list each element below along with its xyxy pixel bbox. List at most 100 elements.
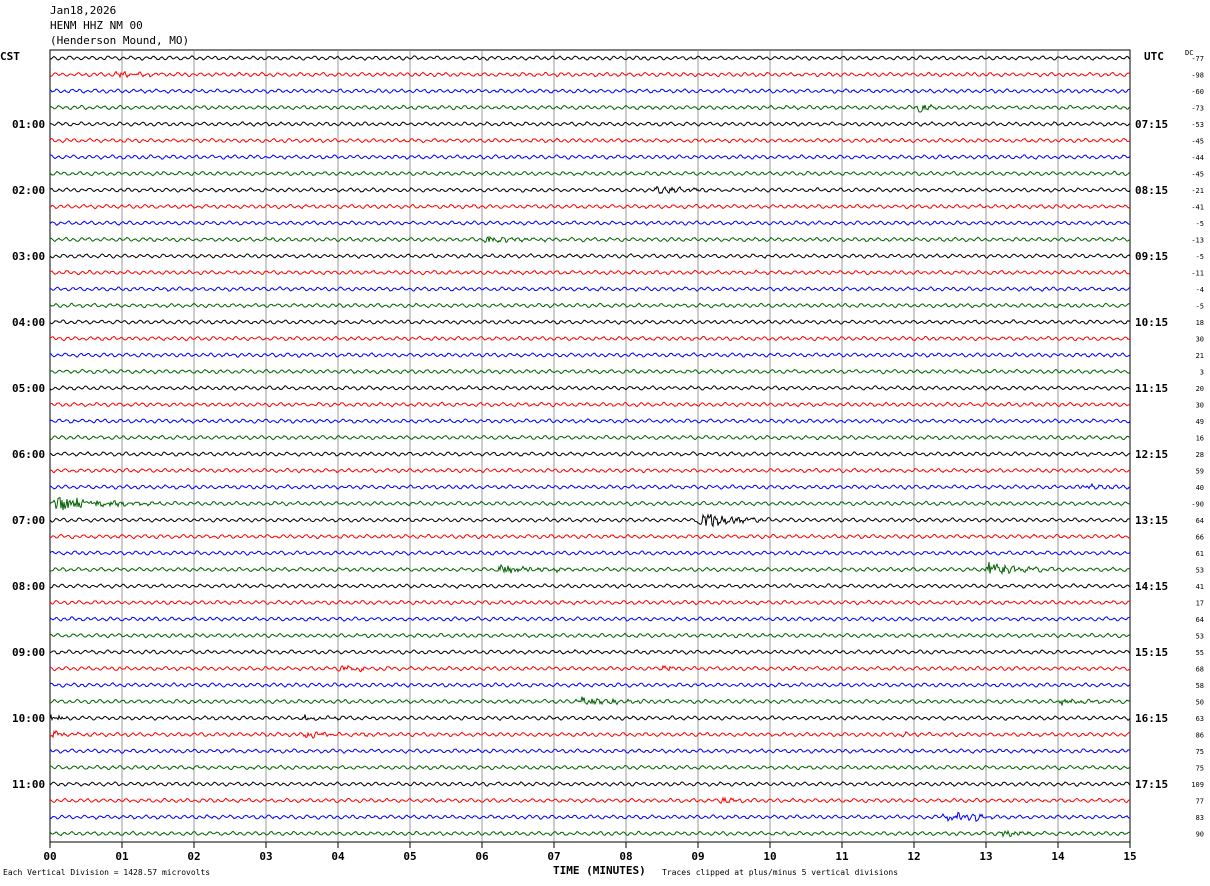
trace-line <box>49 599 1131 606</box>
dc-offset-label: 53 <box>1196 567 1204 575</box>
dc-offset-label: -73 <box>1191 105 1204 113</box>
cst-hour-label: 02:00 <box>12 184 45 197</box>
x-tick-label: 07 <box>547 850 560 863</box>
trace-line <box>49 682 1131 688</box>
x-tick-label: 10 <box>763 850 776 863</box>
trace-line <box>49 632 1131 639</box>
dc-offset-label: -11 <box>1191 270 1204 278</box>
dc-offset-label: 64 <box>1196 517 1204 525</box>
x-tick-label: 00 <box>43 850 56 863</box>
utc-hour-label: 09:15 <box>1135 250 1168 263</box>
utc-hour-label: 15:15 <box>1135 646 1168 659</box>
utc-hour-label: 07:15 <box>1135 118 1168 131</box>
trace-line <box>49 434 1131 441</box>
dc-offset-label: -21 <box>1191 187 1204 195</box>
x-tick-label: 06 <box>475 850 489 863</box>
plot-frame <box>49 49 1131 843</box>
helicorder-chart: 00 01 02 03 04 05 06 07 08 09 10 11 12 13 14 15 -77 -98 -6… <box>12 49 1204 863</box>
dc-offset-label: 3 <box>1200 369 1204 377</box>
dc-offset-label: 30 <box>1196 402 1204 410</box>
trace-line <box>49 285 1131 292</box>
trace-line <box>49 451 1131 457</box>
x-axis-title: TIME (MINUTES) <box>553 864 646 877</box>
trace-line <box>49 496 1131 511</box>
x-tick-label: 12 <box>907 850 920 863</box>
cst-hour-label: 10:00 <box>12 712 45 725</box>
trace-line <box>49 170 1131 177</box>
dc-offset-label: -5 <box>1196 220 1204 228</box>
dc-offset-label: 61 <box>1196 550 1204 558</box>
clip-note: Traces clipped at plus/minus 5 vertical … <box>662 868 899 877</box>
trace-line <box>49 88 1131 94</box>
dc-offset-label: 86 <box>1196 732 1204 740</box>
x-tick-label: 08 <box>619 850 632 863</box>
trace-line <box>49 302 1131 309</box>
trace-line <box>49 796 1130 805</box>
utc-hour-label: 13:15 <box>1135 514 1168 527</box>
dc-offset-label: -45 <box>1191 138 1204 146</box>
trace-line <box>49 368 1131 375</box>
dc-offset-label: 64 <box>1196 616 1204 624</box>
trace-line <box>49 220 1131 226</box>
trace-line <box>49 418 1131 424</box>
dc-offset-label: -5 <box>1196 303 1204 311</box>
trace-line <box>49 616 1130 622</box>
x-tick-label: 03 <box>259 850 272 863</box>
cst-hour-label: 01:00 <box>12 118 45 131</box>
dc-offset-label: 49 <box>1196 418 1204 426</box>
dc-offset-label: -4 <box>1196 286 1204 294</box>
trace-line <box>50 401 1131 408</box>
x-tick-label: 02 <box>187 850 200 863</box>
dc-offset-label: 30 <box>1196 336 1204 344</box>
x-tick-label: 09 <box>691 850 704 863</box>
dc-offset-label: -5 <box>1196 253 1204 261</box>
dc-offset-label: 68 <box>1196 666 1204 674</box>
dc-offset-label: -98 <box>1191 72 1204 80</box>
trace-line <box>49 748 1131 755</box>
trace-line <box>49 70 1131 79</box>
utc-hour-label: 08:15 <box>1135 184 1168 197</box>
trace-line <box>49 561 1131 576</box>
cst-hour-label: 04:00 <box>12 316 45 329</box>
cst-hour-label: 06:00 <box>12 448 45 461</box>
x-tick-label: 01 <box>115 850 129 863</box>
cst-hour-label: 08:00 <box>12 580 45 593</box>
cst-hour-label: 09:00 <box>12 646 45 659</box>
utc-hour-label: 11:15 <box>1135 382 1168 395</box>
trace-line <box>49 154 1131 160</box>
trace-line <box>50 352 1131 358</box>
trace-line <box>49 269 1131 276</box>
dc-offset-label: 75 <box>1196 748 1204 756</box>
x-tick-label: 11 <box>835 850 849 863</box>
x-tick-label: 15 <box>1123 850 1136 863</box>
trace-line <box>49 829 1131 838</box>
trace-line <box>49 713 1131 722</box>
utc-hour-label: 12:15 <box>1135 448 1168 461</box>
trace-line <box>49 664 1131 673</box>
dc-offset-label: 53 <box>1196 633 1204 641</box>
cst-hour-label: 03:00 <box>12 250 45 263</box>
trace-line <box>49 137 1131 144</box>
x-tick-label: 05 <box>403 850 416 863</box>
trace-line <box>49 319 1131 325</box>
trace-line <box>49 550 1131 556</box>
dc-offset-label: 18 <box>1196 319 1204 327</box>
trace-line <box>49 533 1131 540</box>
dc-offset-label: 55 <box>1196 649 1204 657</box>
trace-line <box>49 185 1131 195</box>
trace-line <box>49 781 1131 787</box>
trace-line <box>49 482 1131 490</box>
dc-offset-label: 17 <box>1196 600 1204 608</box>
utc-hour-label: 10:15 <box>1135 316 1168 329</box>
dc-offset-label: -13 <box>1191 237 1204 245</box>
trace-line <box>49 55 1131 61</box>
trace-line <box>49 649 1131 655</box>
dc-offset-label: 20 <box>1196 385 1204 393</box>
trace-line <box>49 253 1131 259</box>
trace-line <box>49 203 1131 210</box>
dc-offset-label: -53 <box>1191 121 1204 129</box>
trace-line <box>49 513 1131 528</box>
cst-hour-label: 05:00 <box>12 382 45 395</box>
dc-offset-label: 77 <box>1196 798 1204 806</box>
trace-line <box>49 730 1131 739</box>
